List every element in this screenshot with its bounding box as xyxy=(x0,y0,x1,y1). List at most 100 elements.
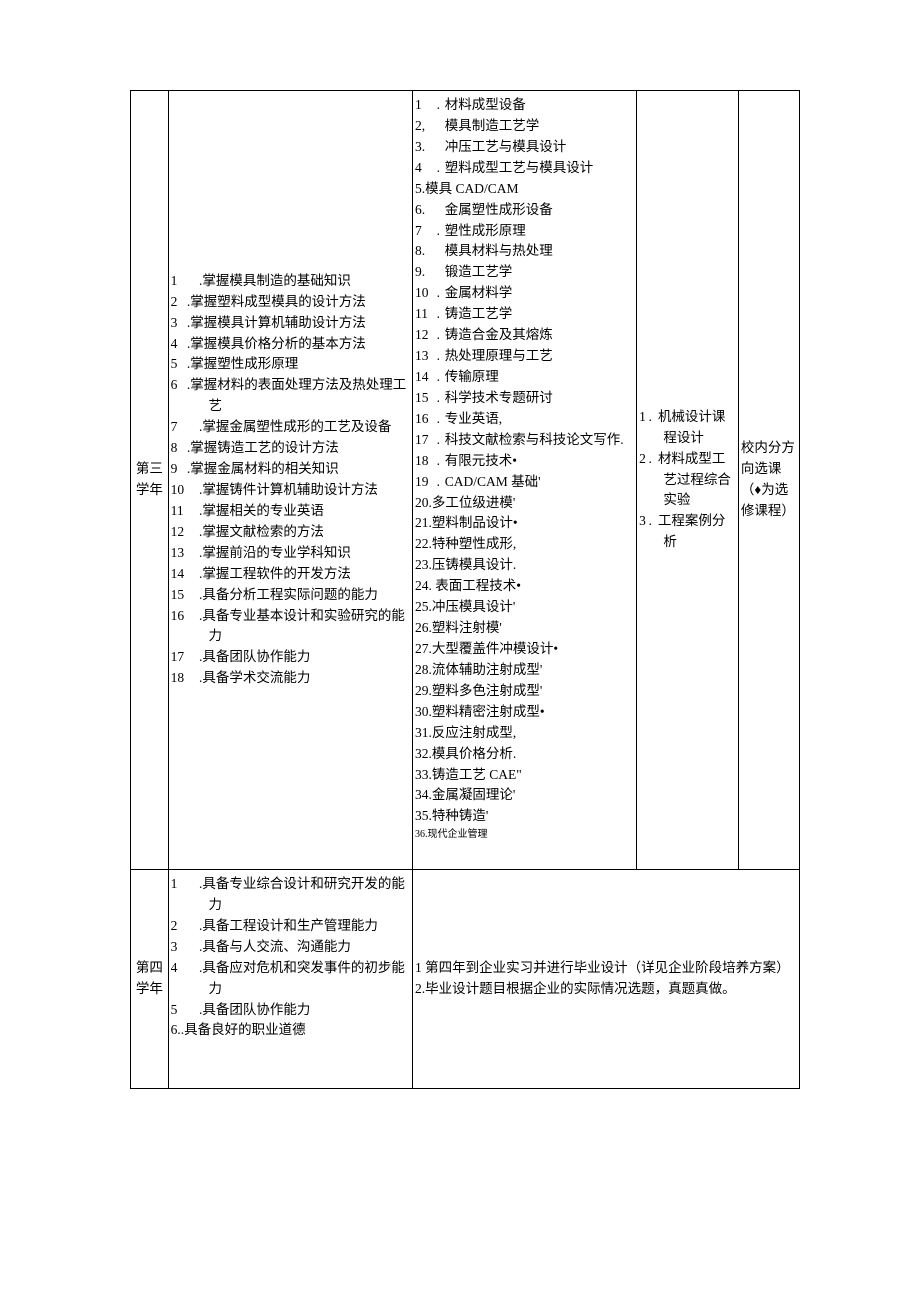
course-text: 大型覆盖件冲模设计• xyxy=(432,641,558,656)
practice-text: 材料成型工艺过程综合实验 xyxy=(658,451,731,508)
list-item: 32.模具价格分析. xyxy=(415,744,634,765)
ability-text: .具备学术交流能力 xyxy=(199,670,310,685)
note-cell: 校内分方向选课 （♦为选修课程） xyxy=(738,91,799,870)
list-item: 26.塑料注射模' xyxy=(415,618,634,639)
ability-text: .具备专业基本设计和实验研究的能力 xyxy=(199,608,405,644)
ability-text: .掌握材料的表面处理方法及热处理工艺 xyxy=(187,377,406,413)
list-item: 28.流体辅助注射成型' xyxy=(415,660,634,681)
ability-text: .掌握前沿的专业学科知识 xyxy=(199,545,351,560)
ability-text: .掌握塑料成型模具的设计方法 xyxy=(187,294,366,309)
list-item: 5.掌握塑性成形原理 xyxy=(171,354,410,375)
course-text: 塑料多色注射成型' xyxy=(432,683,542,698)
practice-text: 工程案例分析 xyxy=(658,513,726,549)
course-text: 科技文献检索与科技论文写作. xyxy=(445,432,624,447)
year-cell: 第四学年 xyxy=(131,870,169,1089)
list-item: 2.具备工程设计和生产管理能力 xyxy=(171,916,410,937)
list-item: 14.传输原理 xyxy=(415,367,634,388)
course-text: 金属材料学 xyxy=(445,285,513,300)
ability-text: .具备团队协作能力 xyxy=(199,1002,310,1017)
course-text: 专业英语, xyxy=(445,411,502,426)
merged-text: 1 第四年到企业实习并进行毕业设计（详见企业阶段培养方案） xyxy=(415,958,797,979)
table-row: 第三学年 1.掌握模具制造的基础知识 2.掌握塑料成型模具的设计方法 3.掌握模… xyxy=(131,91,800,870)
list-item: 34.金属凝固理论' xyxy=(415,785,634,806)
list-item: 18.具备学术交流能力 xyxy=(171,668,410,689)
list-item: 36.现代企业管理 xyxy=(415,827,634,843)
list-item: 6.掌握材料的表面处理方法及热处理工艺 xyxy=(171,375,410,417)
ability-text: .具备应对危机和突发事件的初步能力 xyxy=(199,960,405,996)
course-text: 现代企业管理 xyxy=(428,829,488,840)
list-item: 1.具备专业综合设计和研究开发的能力 xyxy=(171,874,410,916)
list-item: 12.掌握文献检索的方法 xyxy=(171,522,410,543)
ability-list: 1.掌握模具制造的基础知识 2.掌握塑料成型模具的设计方法 3.掌握模具计算机辅… xyxy=(171,271,410,689)
ability-text: .掌握金属塑性成形的工艺及设备 xyxy=(199,419,391,434)
course-text: 模具制造工艺学 xyxy=(445,118,540,133)
list-item: 5.具备团队协作能力 xyxy=(171,1000,410,1021)
ability-text: .掌握铸造工艺的设计方法 xyxy=(187,440,339,455)
merged-cell: 1 第四年到企业实习并进行毕业设计（详见企业阶段培养方案） 2.毕业设计题目根据… xyxy=(413,870,800,1089)
course-text: 模具材料与热处理 xyxy=(445,243,553,258)
curriculum-table: 第三学年 1.掌握模具制造的基础知识 2.掌握塑料成型模具的设计方法 3.掌握模… xyxy=(130,90,800,1089)
ability-text: .掌握工程软件的开发方法 xyxy=(199,566,351,581)
list-item: 16.专业英语, xyxy=(415,409,634,430)
course-text: 特种塑性成形, xyxy=(432,536,516,551)
course-text: 材料成型设备 xyxy=(445,97,526,112)
course-text: 冲压模具设计' xyxy=(432,599,515,614)
list-item: 17.科技文献检索与科技论文写作. xyxy=(415,430,634,451)
list-item: 12.铸造合金及其熔炼 xyxy=(415,325,634,346)
list-item: 13.热处理原理与工艺 xyxy=(415,346,634,367)
list-item: 9.掌握金属材料的相关知识 xyxy=(171,459,410,480)
list-item: 1.材料成型设备 xyxy=(415,95,634,116)
list-item: 3.具备与人交流、沟通能力 xyxy=(171,937,410,958)
list-item: 5.模具 CAD/CAM xyxy=(415,179,634,200)
course-text: 传输原理 xyxy=(445,369,499,384)
year-label: 第四学年 xyxy=(136,960,163,996)
course-text: 有限元技术• xyxy=(445,453,517,468)
list-item: 23.压铸模具设计. xyxy=(415,555,634,576)
list-item: 4.塑料成型工艺与模具设计 xyxy=(415,158,634,179)
course-text: 塑料制品设计• xyxy=(432,515,518,530)
course-text: 多工位级进模' xyxy=(432,495,515,510)
list-item: 15.具备分析工程实际问题的能力 xyxy=(171,585,410,606)
list-item: 2. 材料成型工艺过程综合实验 xyxy=(639,449,736,512)
course-text: 锻造工艺学 xyxy=(445,264,513,279)
ability-text: .具备工程设计和生产管理能力 xyxy=(199,918,378,933)
list-item: 31.反应注射成型, xyxy=(415,723,634,744)
document-page: 第三学年 1.掌握模具制造的基础知识 2.掌握塑料成型模具的设计方法 3.掌握模… xyxy=(0,0,920,1289)
ability-text: .具备与人交流、沟通能力 xyxy=(199,939,351,954)
merged-text: 2.毕业设计题目根据企业的实际情况选题，真题真做。 xyxy=(415,979,797,1000)
course-list: 1.材料成型设备 2,模具制造工艺学 3.冲压工艺与模具设计 4.塑料成型工艺与… xyxy=(415,95,634,843)
list-item: 20.多工位级进模' xyxy=(415,493,634,514)
course-text: 铸造合金及其熔炼 xyxy=(445,327,553,342)
course-text: 表面工程技术• xyxy=(435,578,521,593)
list-item: 3.工程案例分析 xyxy=(639,511,736,553)
year-cell: 第三学年 xyxy=(131,91,169,870)
list-item: 11.掌握相关的专业英语 xyxy=(171,501,410,522)
list-item: 8.模具材料与热处理 xyxy=(415,241,634,262)
list-item: 2.掌握塑料成型模具的设计方法 xyxy=(171,292,410,313)
list-item: 22.特种塑性成形, xyxy=(415,534,634,555)
ability-cell: 1.掌握模具制造的基础知识 2.掌握塑料成型模具的设计方法 3.掌握模具计算机辅… xyxy=(168,91,412,870)
list-item: 3.冲压工艺与模具设计 xyxy=(415,137,634,158)
year-label: 第三学年 xyxy=(136,461,163,497)
list-item: 13.掌握前沿的专业学科知识 xyxy=(171,543,410,564)
course-text: 热处理原理与工艺 xyxy=(445,348,553,363)
ability-cell: 1.具备专业综合设计和研究开发的能力 2.具备工程设计和生产管理能力 3.具备与… xyxy=(168,870,412,1089)
course-text: 塑料精密注射成型• xyxy=(432,704,545,719)
course-text: 金属凝固理论' xyxy=(432,787,515,802)
list-item: 21.塑料制品设计• xyxy=(415,513,634,534)
ability-text: .具备良好的职业道德 xyxy=(181,1022,306,1037)
list-item: 6..具备良好的职业道德 xyxy=(171,1020,410,1041)
ability-text: .具备专业综合设计和研究开发的能力 xyxy=(199,876,405,912)
table-row: 第四学年 1.具备专业综合设计和研究开发的能力 2.具备工程设计和生产管理能力 … xyxy=(131,870,800,1089)
list-item: 10.掌握铸件计算机辅助设计方法 xyxy=(171,480,410,501)
ability-text: .掌握模具制造的基础知识 xyxy=(199,273,351,288)
course-text: 特种铸造' xyxy=(432,808,488,823)
practice-text: 机械设计课程设计 xyxy=(658,409,726,445)
course-text: 冲压工艺与模具设计 xyxy=(445,139,567,154)
ability-text: .掌握模具计算机辅助设计方法 xyxy=(187,315,366,330)
ability-text: .掌握金属材料的相关知识 xyxy=(187,461,339,476)
course-text: 模具价格分析. xyxy=(432,746,516,761)
list-item: 9.锻造工艺学 xyxy=(415,262,634,283)
course-text: 塑料注射模' xyxy=(432,620,502,635)
list-item: 7.塑性成形原理 xyxy=(415,221,634,242)
